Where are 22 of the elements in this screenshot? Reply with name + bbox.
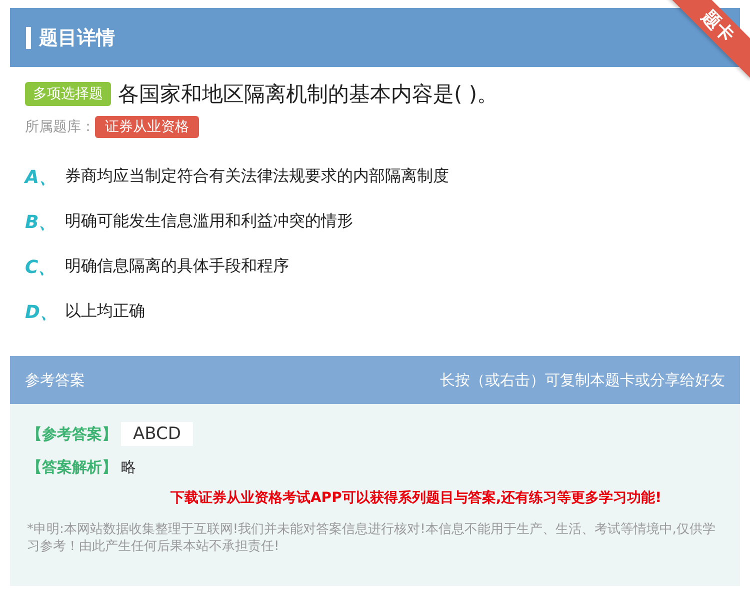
option-letter: B、	[25, 210, 55, 234]
share-hint: 长按（或右击）可复制本题卡或分享给好友	[440, 370, 725, 390]
question-type-tag: 多项选择题	[25, 82, 111, 106]
option-text: 明确信息隔离的具体手段和程序	[65, 256, 289, 277]
question-text: 各国家和地区隔离机制的基本内容是( )。	[118, 81, 498, 108]
answer-label: 【参考答案】	[27, 424, 117, 444]
disclaimer-text: *申明:本网站数据收集整理于互联网!我们并未能对答案信息进行核对!本信息不能用于生产、生活、考试等情境中,仅供学习参考！由此产生任何后果本站不承担责任!	[27, 521, 716, 555]
bank-tag[interactable]: 证券从业资格	[95, 116, 199, 138]
page-title: 题目详情	[39, 26, 115, 50]
option-letter: C、	[25, 256, 55, 278]
title-marker	[26, 26, 31, 48]
promo-link[interactable]: 下载证券从业资格考试APP可以获得系列题目与答案,还有练习等更多学习功能!	[107, 489, 725, 507]
option-text: 明确可能发生信息滥用和利益冲突的情形	[65, 211, 353, 232]
option-letter: D、	[25, 300, 55, 324]
analysis-label: 【答案解析】	[27, 458, 117, 477]
analysis-text: 略	[121, 458, 136, 477]
bank-label: 所属题库：	[25, 118, 95, 136]
answer-value: ABCD	[121, 422, 193, 446]
option-text: 以上均正确	[65, 301, 145, 322]
option-text: 券商均应当制定符合有关法律法规要求的内部隔离制度	[65, 166, 449, 187]
option-letter: A、	[25, 166, 55, 188]
answer-title: 参考答案	[25, 370, 85, 390]
